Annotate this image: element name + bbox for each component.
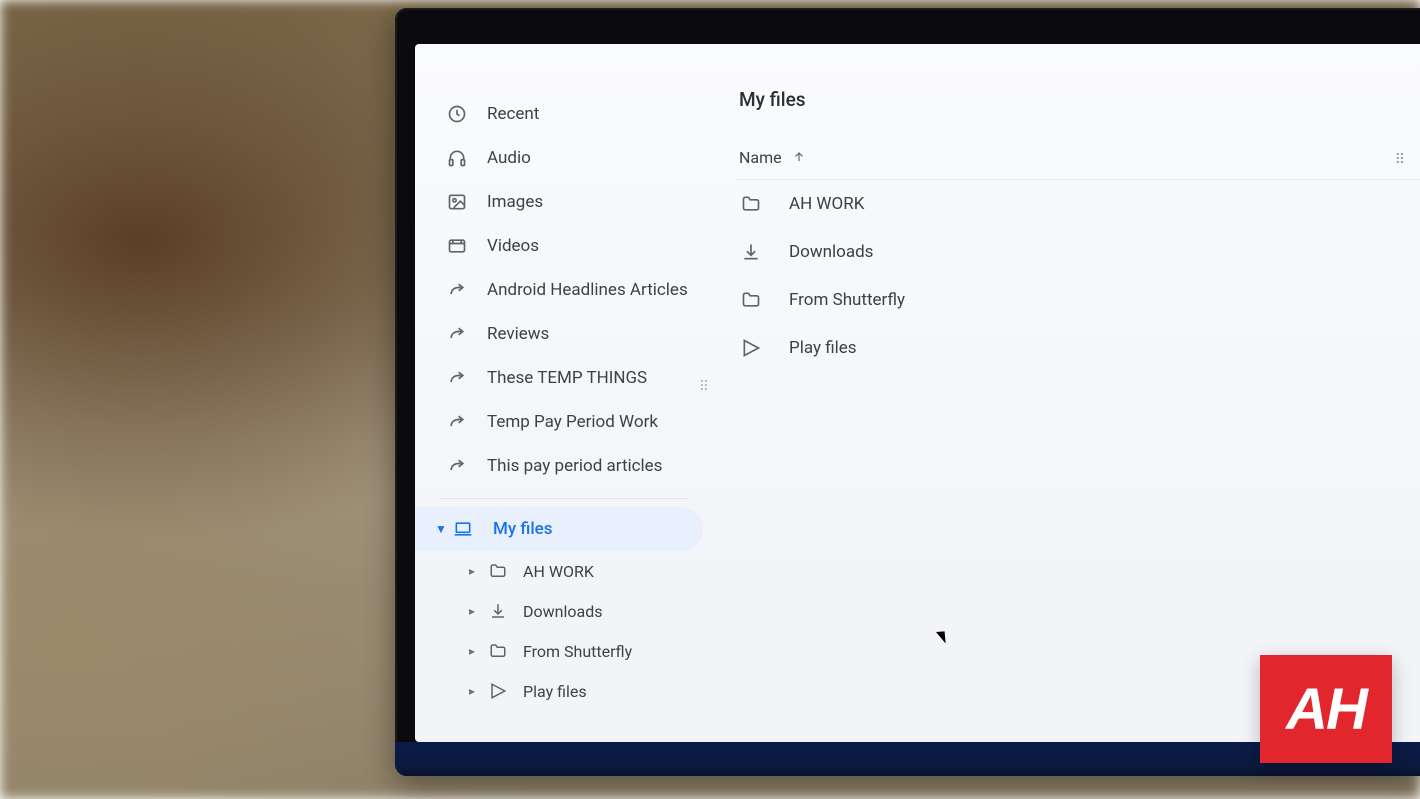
sidebar-item-label: These TEMP THINGS bbox=[487, 368, 647, 388]
tree-item-label: Play files bbox=[523, 682, 587, 701]
caret-down-icon: ▼ bbox=[435, 522, 447, 536]
tree-item-ahwork[interactable]: ▸ AH WORK bbox=[415, 551, 715, 591]
column-header-label: Name bbox=[739, 148, 782, 167]
sidebar-item-label: Recent bbox=[487, 104, 539, 124]
sidebar-item-label: Audio bbox=[487, 148, 531, 168]
file-row[interactable]: AH WORK bbox=[737, 180, 1420, 228]
download-icon bbox=[487, 600, 509, 622]
file-row-label: Downloads bbox=[789, 242, 873, 262]
shortcut-icon bbox=[445, 410, 469, 434]
sidebar-shortcut[interactable]: These TEMP THINGS bbox=[415, 356, 715, 400]
headphones-icon bbox=[445, 146, 469, 170]
sidebar-item-audio[interactable]: Audio bbox=[415, 136, 715, 180]
sort-ascending-icon bbox=[792, 150, 806, 164]
sidebar-item-label: Android Headlines Articles bbox=[487, 280, 688, 300]
shortcut-icon bbox=[445, 454, 469, 478]
tree-item-shutterfly[interactable]: ▸ From Shutterfly bbox=[415, 631, 715, 671]
sidebar-item-myfiles[interactable]: ▼ My files bbox=[415, 507, 703, 551]
file-row[interactable]: Downloads bbox=[737, 228, 1420, 276]
sidebar-item-label: My files bbox=[493, 519, 553, 539]
sidebar-item-label: Temp Pay Period Work bbox=[487, 412, 658, 432]
folder-icon bbox=[487, 640, 509, 662]
caret-right-icon: ▸ bbox=[469, 644, 481, 658]
sidebar-shortcut[interactable]: Reviews bbox=[415, 312, 715, 356]
file-row-label: AH WORK bbox=[789, 194, 864, 214]
page-title: My files bbox=[737, 88, 1420, 111]
caret-right-icon: ▸ bbox=[469, 684, 481, 698]
video-icon bbox=[445, 234, 469, 258]
play-icon bbox=[739, 336, 763, 360]
play-icon bbox=[487, 680, 509, 702]
ah-watermark: AH bbox=[1260, 655, 1392, 763]
sidebar-item-images[interactable]: Images bbox=[415, 180, 715, 224]
sidebar: Recent Audio Images Videos bbox=[415, 44, 715, 742]
caret-right-icon: ▸ bbox=[469, 604, 481, 618]
sidebar-item-videos[interactable]: Videos bbox=[415, 224, 715, 268]
folder-icon bbox=[739, 192, 763, 216]
download-icon bbox=[739, 240, 763, 264]
column-header-name[interactable]: Name bbox=[737, 135, 1420, 180]
sidebar-resize-handle[interactable]: ⠿ bbox=[699, 379, 711, 395]
laptop-icon bbox=[451, 517, 475, 541]
tree-item-playfiles[interactable]: ▸ Play files bbox=[415, 671, 715, 711]
ah-watermark-text: AH bbox=[1286, 676, 1366, 743]
sidebar-shortcut[interactable]: Temp Pay Period Work bbox=[415, 400, 715, 444]
folder-icon bbox=[739, 288, 763, 312]
view-toggle-grid[interactable]: ⠿ bbox=[1395, 152, 1407, 168]
shortcut-icon bbox=[445, 278, 469, 302]
files-app-window: Recent Audio Images Videos bbox=[415, 44, 1420, 742]
file-row[interactable]: Play files bbox=[737, 324, 1420, 372]
file-row-label: From Shutterfly bbox=[789, 290, 905, 310]
image-icon bbox=[445, 190, 469, 214]
tree-item-label: Downloads bbox=[523, 602, 602, 621]
sidebar-item-label: This pay period articles bbox=[487, 456, 662, 476]
tree-item-label: AH WORK bbox=[523, 562, 594, 581]
folder-icon bbox=[487, 560, 509, 582]
shortcut-icon bbox=[445, 322, 469, 346]
file-row-label: Play files bbox=[789, 338, 857, 358]
sidebar-shortcut[interactable]: Android Headlines Articles bbox=[415, 268, 715, 312]
sidebar-item-label: Reviews bbox=[487, 324, 549, 344]
clock-icon bbox=[445, 102, 469, 126]
caret-right-icon: ▸ bbox=[469, 564, 481, 578]
tree-item-downloads[interactable]: ▸ Downloads bbox=[415, 591, 715, 631]
sidebar-shortcut[interactable]: This pay period articles bbox=[415, 444, 715, 488]
main-pane: My files Name ⠿ AH WORK Downloads bbox=[715, 44, 1420, 742]
file-row[interactable]: From Shutterfly bbox=[737, 276, 1420, 324]
sidebar-item-recent[interactable]: Recent bbox=[415, 92, 715, 136]
sidebar-separator bbox=[441, 498, 689, 499]
sidebar-item-label: Videos bbox=[487, 236, 539, 256]
sidebar-item-label: Images bbox=[487, 192, 543, 212]
shortcut-icon bbox=[445, 366, 469, 390]
tree-item-label: From Shutterfly bbox=[523, 642, 632, 661]
